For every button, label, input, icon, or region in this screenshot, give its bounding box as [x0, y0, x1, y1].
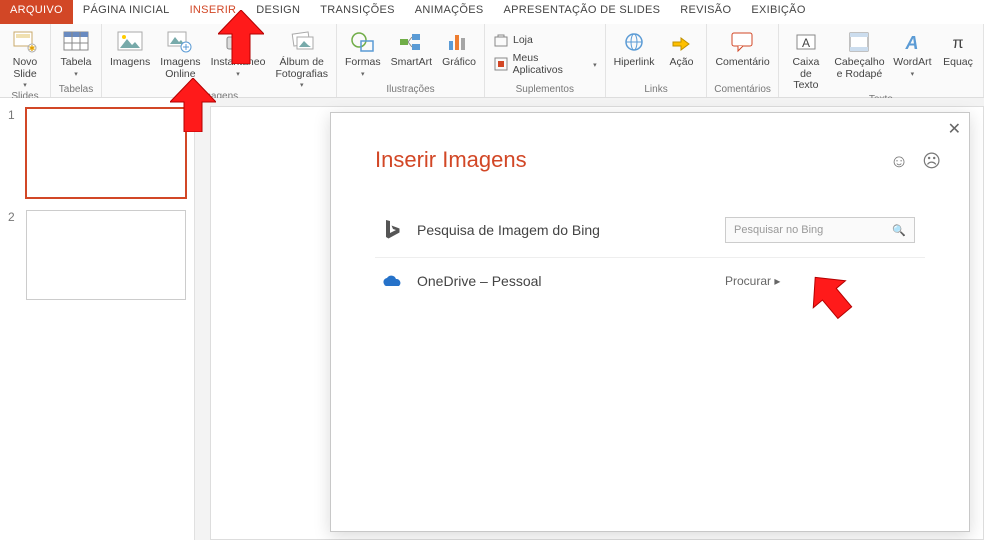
close-button[interactable]: ✕	[948, 119, 961, 139]
slide-thumbnail-panel: 1 2	[0, 98, 195, 540]
slide-thumbnail	[26, 108, 186, 198]
group-slides: ✱ Novo Slide ▾ Slides	[0, 24, 51, 97]
my-addins-button[interactable]: Meus Aplicativos ▾	[491, 51, 599, 77]
smartart-button[interactable]: SmartArt	[389, 26, 434, 71]
tab-transitions[interactable]: TRANSIÇÕES	[310, 0, 405, 24]
images-online-button[interactable]: Imagens Online	[158, 26, 202, 82]
group-tables: Tabela ▾ Tabelas	[51, 24, 102, 97]
hyperlink-button[interactable]: Hiperlink	[612, 26, 657, 71]
table-button[interactable]: Tabela ▾	[57, 26, 95, 80]
header-footer-button[interactable]: Cabeçalho e Rodapé	[833, 26, 886, 82]
slide-thumb-1[interactable]: 1	[8, 108, 186, 198]
group-addins: Loja Meus Aplicativos ▾ Suplementos	[485, 24, 606, 97]
ribbon-tabs: ARQUIVO PÁGINA INICIAL INSERIR DESIGN TR…	[0, 0, 984, 24]
photo-album-button[interactable]: Álbum de Fotografias ▾	[273, 26, 330, 91]
bing-search-input[interactable]: Pesquisar no Bing 🔍	[725, 217, 915, 243]
new-slide-button[interactable]: ✱ Novo Slide ▾	[6, 26, 44, 91]
smartart-icon	[395, 28, 427, 56]
bing-label: Pesquisa de Imagem do Bing	[407, 222, 725, 238]
tab-animations[interactable]: ANIMAÇÕES	[405, 0, 494, 24]
tab-slideshow[interactable]: APRESENTAÇÃO DE SLIDES	[494, 0, 671, 24]
screenshot-button[interactable]: Instantâneo ▾	[209, 26, 268, 80]
chart-button[interactable]: Gráfico	[440, 26, 478, 71]
chart-icon	[443, 28, 475, 56]
dropdown-icon: ▾	[911, 70, 915, 78]
comment-icon	[727, 28, 759, 56]
group-images: Imagens Imagens Online Instantâneo ▾ Ál	[102, 24, 337, 97]
dropdown-icon: ▾	[361, 70, 365, 78]
dropdown-icon: ▾	[74, 70, 78, 78]
table-icon	[60, 28, 92, 56]
slide-number: 1	[8, 108, 20, 122]
shapes-icon	[347, 28, 379, 56]
shapes-button[interactable]: Formas ▾	[343, 26, 383, 80]
equation-button[interactable]: π Equaç	[939, 26, 977, 71]
hyperlink-icon	[618, 28, 650, 56]
wordart-button[interactable]: A WordArt ▾	[892, 26, 933, 80]
ribbon: ✱ Novo Slide ▾ Slides Tabela ▾ Tabelas	[0, 24, 984, 98]
textbox-icon: A	[790, 28, 822, 56]
equation-icon: π	[942, 28, 974, 56]
svg-text:A: A	[905, 33, 919, 53]
tab-view[interactable]: EXIBIÇÃO	[741, 0, 815, 24]
store-button[interactable]: Loja	[491, 31, 599, 49]
group-label-comments: Comentários	[714, 84, 771, 97]
browse-link[interactable]: Procurar ▸	[725, 274, 780, 288]
svg-text:✱: ✱	[29, 44, 36, 53]
insert-images-dialog: ✕ ☺ ☹ Inserir Imagens Pesquisa de Imagem…	[330, 112, 970, 532]
search-placeholder: Pesquisar no Bing	[734, 224, 823, 236]
store-icon	[493, 32, 509, 48]
images-button[interactable]: Imagens	[108, 26, 152, 71]
addins-icon	[493, 56, 509, 72]
dialog-title: Inserir Imagens	[375, 147, 925, 173]
slide-thumbnail	[26, 210, 186, 300]
comment-button[interactable]: Comentário	[713, 26, 771, 71]
svg-text:A: A	[802, 36, 810, 50]
svg-text:π: π	[952, 35, 963, 52]
onedrive-source-row: OneDrive – Pessoal Procurar ▸	[375, 258, 925, 304]
header-footer-icon	[843, 28, 875, 56]
bing-icon	[375, 218, 407, 242]
action-button[interactable]: Ação	[662, 26, 700, 71]
smile-icon[interactable]: ☺	[890, 151, 908, 172]
tab-file[interactable]: ARQUIVO	[0, 0, 73, 24]
photo-album-icon	[286, 28, 318, 56]
group-label-illustrations: Ilustrações	[386, 84, 434, 97]
frown-icon[interactable]: ☹	[922, 151, 941, 172]
dropdown-icon: ▾	[236, 70, 240, 78]
group-label-addins: Suplementos	[516, 84, 574, 97]
group-label-tables: Tabelas	[59, 84, 93, 97]
tab-design[interactable]: DESIGN	[246, 0, 310, 24]
dropdown-icon: ▾	[593, 61, 597, 69]
textbox-button[interactable]: A Caixa de Texto	[785, 26, 827, 94]
group-text: A Caixa de Texto Cabeçalho e Rodapé A Wo…	[779, 24, 984, 97]
picture-icon	[114, 28, 146, 56]
dropdown-icon: ▾	[23, 81, 27, 89]
new-slide-icon: ✱	[9, 28, 41, 56]
tab-insert[interactable]: INSERIR	[180, 0, 247, 24]
bing-source-row: Pesquisa de Imagem do Bing Pesquisar no …	[375, 203, 925, 258]
onedrive-icon	[375, 272, 407, 290]
dropdown-icon: ▾	[300, 81, 304, 89]
tab-home[interactable]: PÁGINA INICIAL	[73, 0, 180, 24]
action-icon	[665, 28, 697, 56]
wordart-icon: A	[896, 28, 928, 56]
tab-review[interactable]: REVISÃO	[670, 0, 741, 24]
online-pictures-icon	[164, 28, 196, 56]
group-illustrations: Formas ▾ SmartArt Gráfico Ilustrações	[337, 24, 485, 97]
group-label-links: Links	[644, 84, 667, 97]
group-comments: Comentário Comentários	[707, 24, 778, 97]
slide-number: 2	[8, 210, 20, 224]
slide-thumb-2[interactable]: 2	[8, 210, 186, 300]
screenshot-icon	[222, 28, 254, 56]
search-icon: 🔍	[892, 224, 906, 237]
onedrive-label: OneDrive – Pessoal	[407, 273, 725, 289]
group-links: Hiperlink Ação Links	[606, 24, 708, 97]
